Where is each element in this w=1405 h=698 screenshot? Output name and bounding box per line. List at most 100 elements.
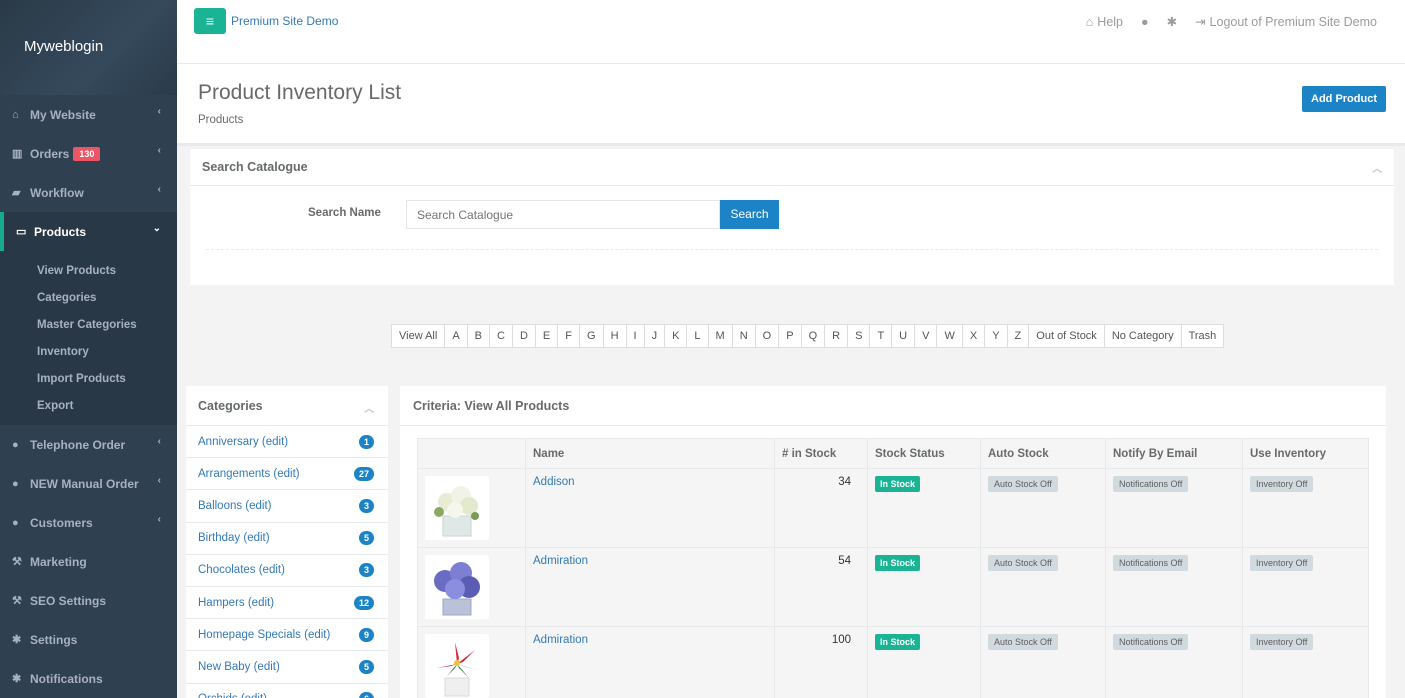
chevron-up-icon[interactable]: ︿ <box>364 400 374 415</box>
alpha-filter-item[interactable]: G <box>580 325 604 347</box>
alpha-filter-item[interactable]: J <box>645 325 666 347</box>
alpha-filter-item[interactable]: T <box>870 325 893 347</box>
chevron-up-icon[interactable]: ︿ <box>1372 160 1382 175</box>
brand-name[interactable]: Myweblogin <box>0 0 177 95</box>
category-item[interactable]: Orchids (edit) 6 <box>186 684 388 698</box>
product-name-link[interactable]: Addison <box>533 476 575 488</box>
menu-toggle-button[interactable]: ≡ <box>194 8 226 34</box>
col-header-in-stock[interactable]: # in Stock <box>774 438 868 469</box>
category-item[interactable]: Balloons (edit) 3 <box>186 490 388 523</box>
category-name-link[interactable]: Anniversary (edit) <box>198 436 288 448</box>
subnav-categories[interactable]: Categories <box>0 284 177 311</box>
category-item[interactable]: Chocolates (edit) 3 <box>186 555 388 587</box>
alpha-filter-item[interactable]: W <box>937 325 963 347</box>
alpha-filter-item[interactable]: S <box>848 325 871 347</box>
sidebar-item-customers[interactable]: ● Customers ‹ <box>0 503 177 542</box>
category-name-link[interactable]: New Baby (edit) <box>198 661 280 673</box>
alpha-filter-item[interactable]: Z <box>1008 325 1030 347</box>
inventory-badge[interactable]: Inventory Off <box>1250 634 1314 650</box>
sidebar-item-marketing[interactable]: ⚒ Marketing <box>0 542 177 581</box>
inventory-badge[interactable]: Inventory Off <box>1250 476 1314 492</box>
help-link[interactable]: ⌂ Help <box>1086 14 1123 29</box>
product-name-link[interactable]: Admiration <box>533 555 588 567</box>
auto-stock-badge[interactable]: Auto Stock Off <box>988 634 1058 650</box>
gear-icon[interactable]: ✱ <box>1167 14 1177 29</box>
alpha-filter-item[interactable]: View All <box>392 325 446 347</box>
alpha-filter-item[interactable]: P <box>779 325 802 347</box>
sidebar-item-products[interactable]: ▭ Products ⌄ <box>0 212 177 251</box>
subnav-view-products[interactable]: View Products <box>0 257 177 284</box>
product-thumbnail[interactable] <box>425 634 489 698</box>
col-header-auto-stock[interactable]: Auto Stock <box>980 438 1106 469</box>
alpha-filter-item[interactable]: L <box>687 325 709 347</box>
alpha-filter-item[interactable]: Y <box>985 325 1008 347</box>
category-name-link[interactable]: Birthday (edit) <box>198 532 270 544</box>
product-name-link[interactable]: Admiration <box>533 634 588 646</box>
alpha-filter-item[interactable]: V <box>915 325 938 347</box>
alpha-filter-item[interactable]: Out of Stock <box>1029 325 1105 347</box>
inventory-badge[interactable]: Inventory Off <box>1250 555 1314 571</box>
alpha-filter-item[interactable]: F <box>558 325 580 347</box>
col-header-notify[interactable]: Notify By Email <box>1105 438 1243 469</box>
user-icon[interactable]: ● <box>1141 14 1149 29</box>
category-name-link[interactable]: Orchids (edit) <box>198 693 267 698</box>
products-panel: Criteria: View All Products Name # in St… <box>400 386 1386 698</box>
alpha-filter-item[interactable]: C <box>490 325 513 347</box>
site-name-link[interactable]: Premium Site Demo <box>231 14 338 28</box>
sidebar-item-workflow[interactable]: ▰ Workflow ‹ <box>0 173 177 212</box>
alpha-filter-item[interactable]: No Category <box>1105 325 1182 347</box>
subnav-import-products[interactable]: Import Products <box>0 365 177 392</box>
category-item[interactable]: Arrangements (edit) 27 <box>186 458 388 491</box>
alpha-filter-item[interactable]: D <box>513 325 536 347</box>
alpha-filter-item[interactable]: H <box>604 325 627 347</box>
alpha-filter-item[interactable]: X <box>963 325 986 347</box>
alpha-filter-item[interactable]: Trash <box>1182 325 1224 347</box>
alpha-filter-item[interactable]: N <box>733 325 756 347</box>
alpha-filter-item[interactable]: B <box>468 325 491 347</box>
category-item[interactable]: Anniversary (edit) 1 <box>186 426 388 459</box>
category-item[interactable]: New Baby (edit) 5 <box>186 651 388 684</box>
category-name-link[interactable]: Homepage Specials (edit) <box>198 629 330 641</box>
sidebar-item-telephone-order[interactable]: ● Telephone Order ‹ <box>0 425 177 464</box>
notifications-badge[interactable]: Notifications Off <box>1113 634 1189 650</box>
alpha-filter-item[interactable]: I <box>627 325 645 347</box>
category-item[interactable]: Birthday (edit) 5 <box>186 523 388 555</box>
add-product-button[interactable]: Add Product <box>1302 86 1386 112</box>
category-item[interactable]: Hampers (edit) 12 <box>186 587 388 620</box>
col-header-stock-status[interactable]: Stock Status <box>867 438 981 469</box>
notifications-badge[interactable]: Notifications Off <box>1113 476 1189 492</box>
auto-stock-badge[interactable]: Auto Stock Off <box>988 555 1058 571</box>
category-item[interactable]: Homepage Specials (edit) 9 <box>186 619 388 652</box>
alpha-filter-item[interactable]: Q <box>802 325 826 347</box>
alpha-filter-item[interactable]: O <box>756 325 780 347</box>
sidebar-item-notifications[interactable]: ✱ Notifications <box>0 659 177 698</box>
category-name-link[interactable]: Balloons (edit) <box>198 500 272 512</box>
col-header-name[interactable]: Name <box>525 438 775 469</box>
auto-stock-badge[interactable]: Auto Stock Off <box>988 476 1058 492</box>
search-input[interactable] <box>406 200 720 229</box>
col-header-use-inventory[interactable]: Use Inventory <box>1242 438 1369 469</box>
alpha-filter-item[interactable]: U <box>892 325 916 347</box>
sidebar-item-orders[interactable]: ▥ Orders 130 ‹ <box>0 134 177 173</box>
subnav-export[interactable]: Export <box>0 392 177 419</box>
category-name-link[interactable]: Arrangements (edit) <box>198 468 300 480</box>
sidebar-item-my-website[interactable]: ⌂ My Website ‹ <box>0 95 177 134</box>
breadcrumb[interactable]: Products <box>198 114 243 126</box>
category-name-link[interactable]: Hampers (edit) <box>198 597 274 609</box>
search-button[interactable]: Search <box>720 200 779 229</box>
notifications-badge[interactable]: Notifications Off <box>1113 555 1189 571</box>
alpha-filter-item[interactable]: A <box>445 325 468 347</box>
product-thumbnail[interactable] <box>425 476 489 540</box>
category-name-link[interactable]: Chocolates (edit) <box>198 564 285 576</box>
sidebar-item-settings[interactable]: ✱ Settings <box>0 620 177 659</box>
subnav-master-categories[interactable]: Master Categories <box>0 311 177 338</box>
alpha-filter-item[interactable]: K <box>665 325 688 347</box>
alpha-filter-item[interactable]: R <box>825 325 849 347</box>
alpha-filter-item[interactable]: E <box>536 325 559 347</box>
sidebar-item-seo-settings[interactable]: ⚒ SEO Settings <box>0 581 177 620</box>
subnav-inventory[interactable]: Inventory <box>0 338 177 365</box>
logout-link[interactable]: ⇥ Logout of Premium Site Demo <box>1195 14 1377 30</box>
sidebar-item-new-manual-order[interactable]: ● NEW Manual Order ‹ <box>0 464 177 503</box>
product-thumbnail[interactable] <box>425 555 489 619</box>
alpha-filter-item[interactable]: M <box>709 325 733 347</box>
